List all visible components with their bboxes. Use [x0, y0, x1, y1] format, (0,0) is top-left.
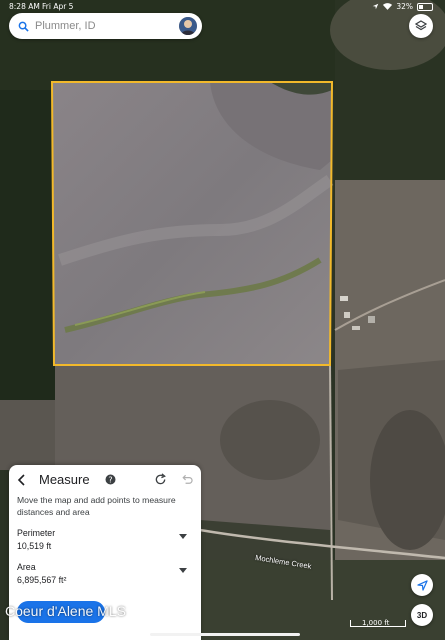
- three-d-button[interactable]: 3D: [411, 604, 433, 626]
- search-input[interactable]: [33, 19, 167, 33]
- svg-text:?: ?: [108, 475, 112, 484]
- panel-header: Measure ?: [9, 471, 201, 489]
- wifi-icon: [383, 3, 393, 10]
- battery-percent: 32%: [396, 2, 413, 11]
- perimeter-row[interactable]: Perimeter 10,519 ft: [17, 528, 193, 551]
- undo-icon[interactable]: [180, 473, 193, 486]
- layers-icon: [415, 20, 427, 31]
- perimeter-value: 10,519 ft: [17, 541, 52, 551]
- avatar-image: [179, 17, 197, 35]
- three-d-label: 3D: [416, 610, 428, 620]
- status-bar: 8:28 AM Fri Apr 5 32%: [0, 2, 445, 12]
- search-icon: [18, 21, 29, 32]
- area-label: Area: [17, 562, 36, 572]
- back-arrow-icon[interactable]: [15, 473, 29, 487]
- help-icon[interactable]: ?: [105, 474, 116, 485]
- avatar[interactable]: [179, 17, 197, 35]
- status-time: 8:28 AM: [9, 2, 40, 11]
- chevron-down-icon[interactable]: [179, 568, 187, 573]
- layers-button[interactable]: [409, 14, 433, 38]
- panel-description: Move the map and add points to measure d…: [17, 495, 176, 517]
- area-value: 6,895,567 ft²: [17, 575, 67, 585]
- home-indicator: [150, 633, 300, 636]
- battery-fill: [419, 4, 423, 9]
- status-indicators: 32%: [372, 2, 433, 11]
- panel-title: Measure: [39, 472, 90, 487]
- refresh-icon[interactable]: [154, 473, 167, 486]
- scale-label: 1,000 ft: [362, 619, 390, 627]
- location-arrow-icon: [373, 3, 379, 10]
- chevron-down-icon[interactable]: [179, 534, 187, 539]
- perimeter-label: Perimeter: [17, 528, 56, 538]
- status-date: Fri Apr 5: [42, 2, 74, 11]
- my-location-button[interactable]: [411, 574, 433, 596]
- watermark: Coeur d'Alene MLS: [5, 603, 126, 619]
- search-bar[interactable]: [9, 13, 202, 39]
- area-row[interactable]: Area 6,895,567 ft²: [17, 562, 193, 585]
- battery-icon: [417, 2, 433, 11]
- navigation-arrow-icon: [416, 579, 428, 591]
